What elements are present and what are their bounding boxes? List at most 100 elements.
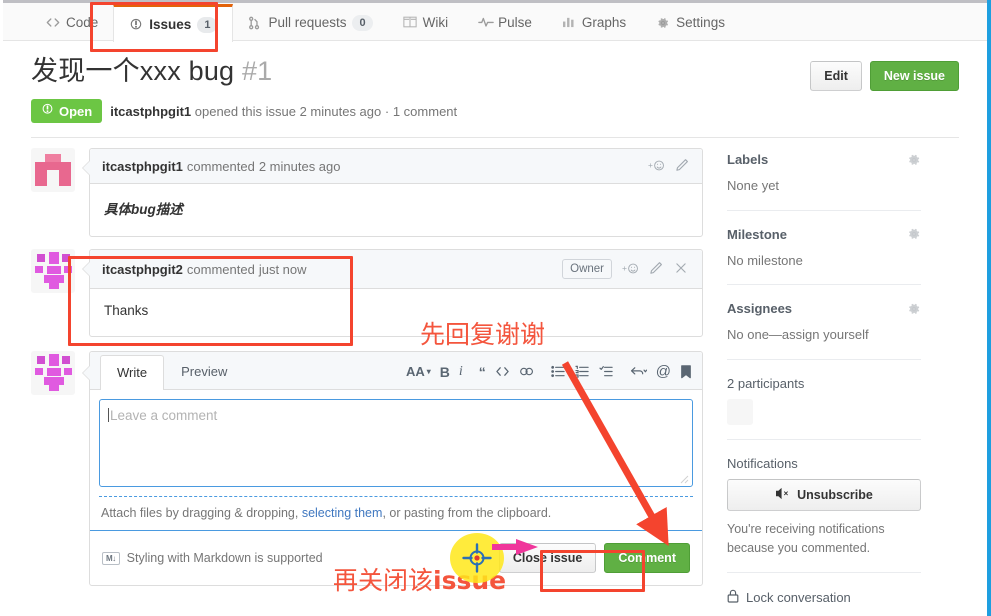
assignees-value[interactable]: No one—assign yourself (727, 325, 921, 345)
sidebar-divider (727, 358, 921, 360)
markdown-note-text: Styling with Markdown is supported (126, 551, 323, 565)
saved-replies-icon[interactable] (680, 364, 692, 379)
issue-sidebar: Labels None yet Milestone No milestone A… (719, 148, 921, 606)
comment-header-actions: Owner + (562, 259, 690, 279)
issue-number: #1 (241, 56, 273, 86)
nav-tab-pulse[interactable]: Pulse (463, 4, 547, 41)
nav-tab-label: Settings (676, 15, 725, 30)
sidebar-divider (727, 572, 921, 574)
markdown-toolbar: AA ▾ B i “ @ (406, 363, 692, 389)
text-caret (108, 408, 109, 422)
quote-icon[interactable]: “ (479, 364, 486, 380)
participant-avatar[interactable] (727, 398, 753, 425)
labels-value: None yet (727, 178, 780, 193)
comment-placeholder: Leave a comment (110, 408, 218, 423)
lock-conversation-button[interactable]: Lock conversation (727, 589, 921, 606)
svg-text:+: + (648, 160, 653, 170)
code-icon[interactable] (495, 365, 510, 378)
ordered-list-icon[interactable] (575, 365, 590, 378)
add-reaction-icon[interactable]: + (622, 261, 638, 277)
notifications-note: You're receiving notifications because y… (727, 521, 885, 555)
close-icon[interactable] (674, 261, 690, 277)
gear-icon[interactable] (907, 227, 921, 241)
gear-icon[interactable] (907, 153, 921, 167)
comment-action: commented (186, 158, 255, 174)
comment-header-actions: + (648, 158, 690, 174)
issue-comment-count: 1 comment (392, 103, 458, 119)
comment-box: itcastphpgit2 commented just now Owner + (82, 249, 703, 337)
link-icon[interactable] (519, 365, 535, 378)
sidebar-divider (727, 284, 921, 285)
sidebar-section-milestone: Milestone No milestone (727, 223, 921, 271)
sidebar-divider (727, 209, 921, 211)
unsubscribe-button[interactable]: Unsubscribe (727, 478, 921, 511)
comment-box: itcastphpgit1 commented 2 minutes ago + (82, 148, 703, 237)
add-reaction-icon[interactable]: + (648, 158, 664, 174)
svg-text:+: + (622, 263, 627, 273)
comment-textarea[interactable]: Leave a comment (99, 399, 693, 487)
new-issue-button[interactable]: New issue (869, 61, 959, 91)
mute-icon (775, 487, 790, 503)
comment-author[interactable]: itcastphpgit2 (102, 262, 183, 277)
nav-tab-counter: 1 (197, 16, 218, 33)
tab-preview[interactable]: Preview (164, 354, 244, 389)
issue-author[interactable]: itcastphpgit1 (110, 104, 191, 119)
issue-opened-when: 2 minutes ago (299, 103, 382, 119)
nav-tab-settings[interactable]: Settings (641, 4, 740, 41)
git-pull-request-icon (248, 16, 262, 30)
form-submit-actions: Close issue Comment (498, 543, 690, 573)
resize-handle[interactable] (679, 474, 689, 484)
sidebar-section-lock: Lock conversation (727, 585, 921, 606)
unordered-list-icon[interactable] (551, 365, 566, 378)
nav-tab-issues[interactable]: Issues 1 (113, 4, 234, 42)
markdown-supported-note: M↓ Styling with Markdown is supported (102, 551, 323, 565)
nav-tab-label: Wiki (422, 15, 449, 30)
attach-prefix: Attach files by dragging & dropping, (101, 506, 302, 520)
issue-title-actions: Edit New issue (810, 55, 959, 91)
avatar[interactable] (31, 249, 75, 293)
sidebar-divider (727, 438, 921, 440)
mention-icon[interactable]: @ (656, 363, 671, 380)
sidebar-section-assignees: Assignees No one—assign yourself (727, 297, 921, 345)
comment-body: Thanks (104, 303, 149, 318)
assignees-header: Assignees (727, 301, 921, 316)
new-comment-form: Write Preview AA ▾ B i “ @ Leave a comme… (82, 351, 703, 586)
labels-header: Labels (727, 152, 921, 167)
book-icon (402, 16, 417, 30)
code-icon (46, 16, 60, 30)
issue-meta-text: itcastphpgit1 opened this issue 2 minute… (110, 104, 457, 119)
assignees-title: Assignees (727, 301, 793, 316)
edit-comment-icon[interactable] (674, 158, 690, 174)
nav-tab-label: Pull requests (268, 15, 347, 30)
sidebar-section-notifications: Notifications Unsubscribe You're receivi… (727, 452, 921, 559)
comment-button[interactable]: Comment (604, 543, 690, 573)
edit-comment-icon[interactable] (648, 261, 664, 277)
nav-tab-pull-requests[interactable]: Pull requests 0 (233, 4, 387, 41)
nav-tab-wiki[interactable]: Wiki (388, 4, 464, 41)
close-issue-button[interactable]: Close issue (498, 543, 597, 573)
edit-button[interactable]: Edit (810, 61, 862, 91)
reply-icon[interactable] (630, 365, 647, 378)
comment-action: commented (186, 261, 255, 277)
new-comment-row: Write Preview AA ▾ B i “ @ Leave a comme… (31, 351, 703, 586)
markdown-toolbar-group-text: AA ▾ B i (406, 364, 463, 380)
avatar[interactable] (31, 351, 75, 395)
avatar[interactable] (31, 148, 75, 192)
task-list-icon[interactable] (599, 365, 614, 378)
issue-page: 发现一个xxx bug #1 Edit New issue Open itcas… (3, 41, 987, 606)
comment-author[interactable]: itcastphpgit1 (102, 159, 183, 174)
milestone-value: No milestone (727, 252, 803, 268)
gear-icon[interactable] (907, 302, 921, 316)
issue-meta-row: Open itcastphpgit1 opened this issue 2 m… (3, 91, 987, 123)
browser-scrollbar-right[interactable] (987, 0, 991, 616)
nav-tab-graphs[interactable]: Graphs (547, 4, 641, 41)
tab-write[interactable]: Write (100, 355, 165, 390)
pulse-icon (478, 16, 494, 30)
select-files-link[interactable]: selecting them (302, 506, 383, 520)
issue-title-text: 发现一个xxx bug (31, 56, 235, 86)
bold-icon[interactable]: B (440, 364, 450, 380)
italic-icon[interactable]: i (459, 364, 463, 380)
nav-tab-code[interactable]: Code (31, 4, 113, 41)
comment-header: itcastphpgit2 commented just now Owner + (90, 250, 702, 289)
heading-icon[interactable]: AA ▾ (406, 364, 431, 379)
